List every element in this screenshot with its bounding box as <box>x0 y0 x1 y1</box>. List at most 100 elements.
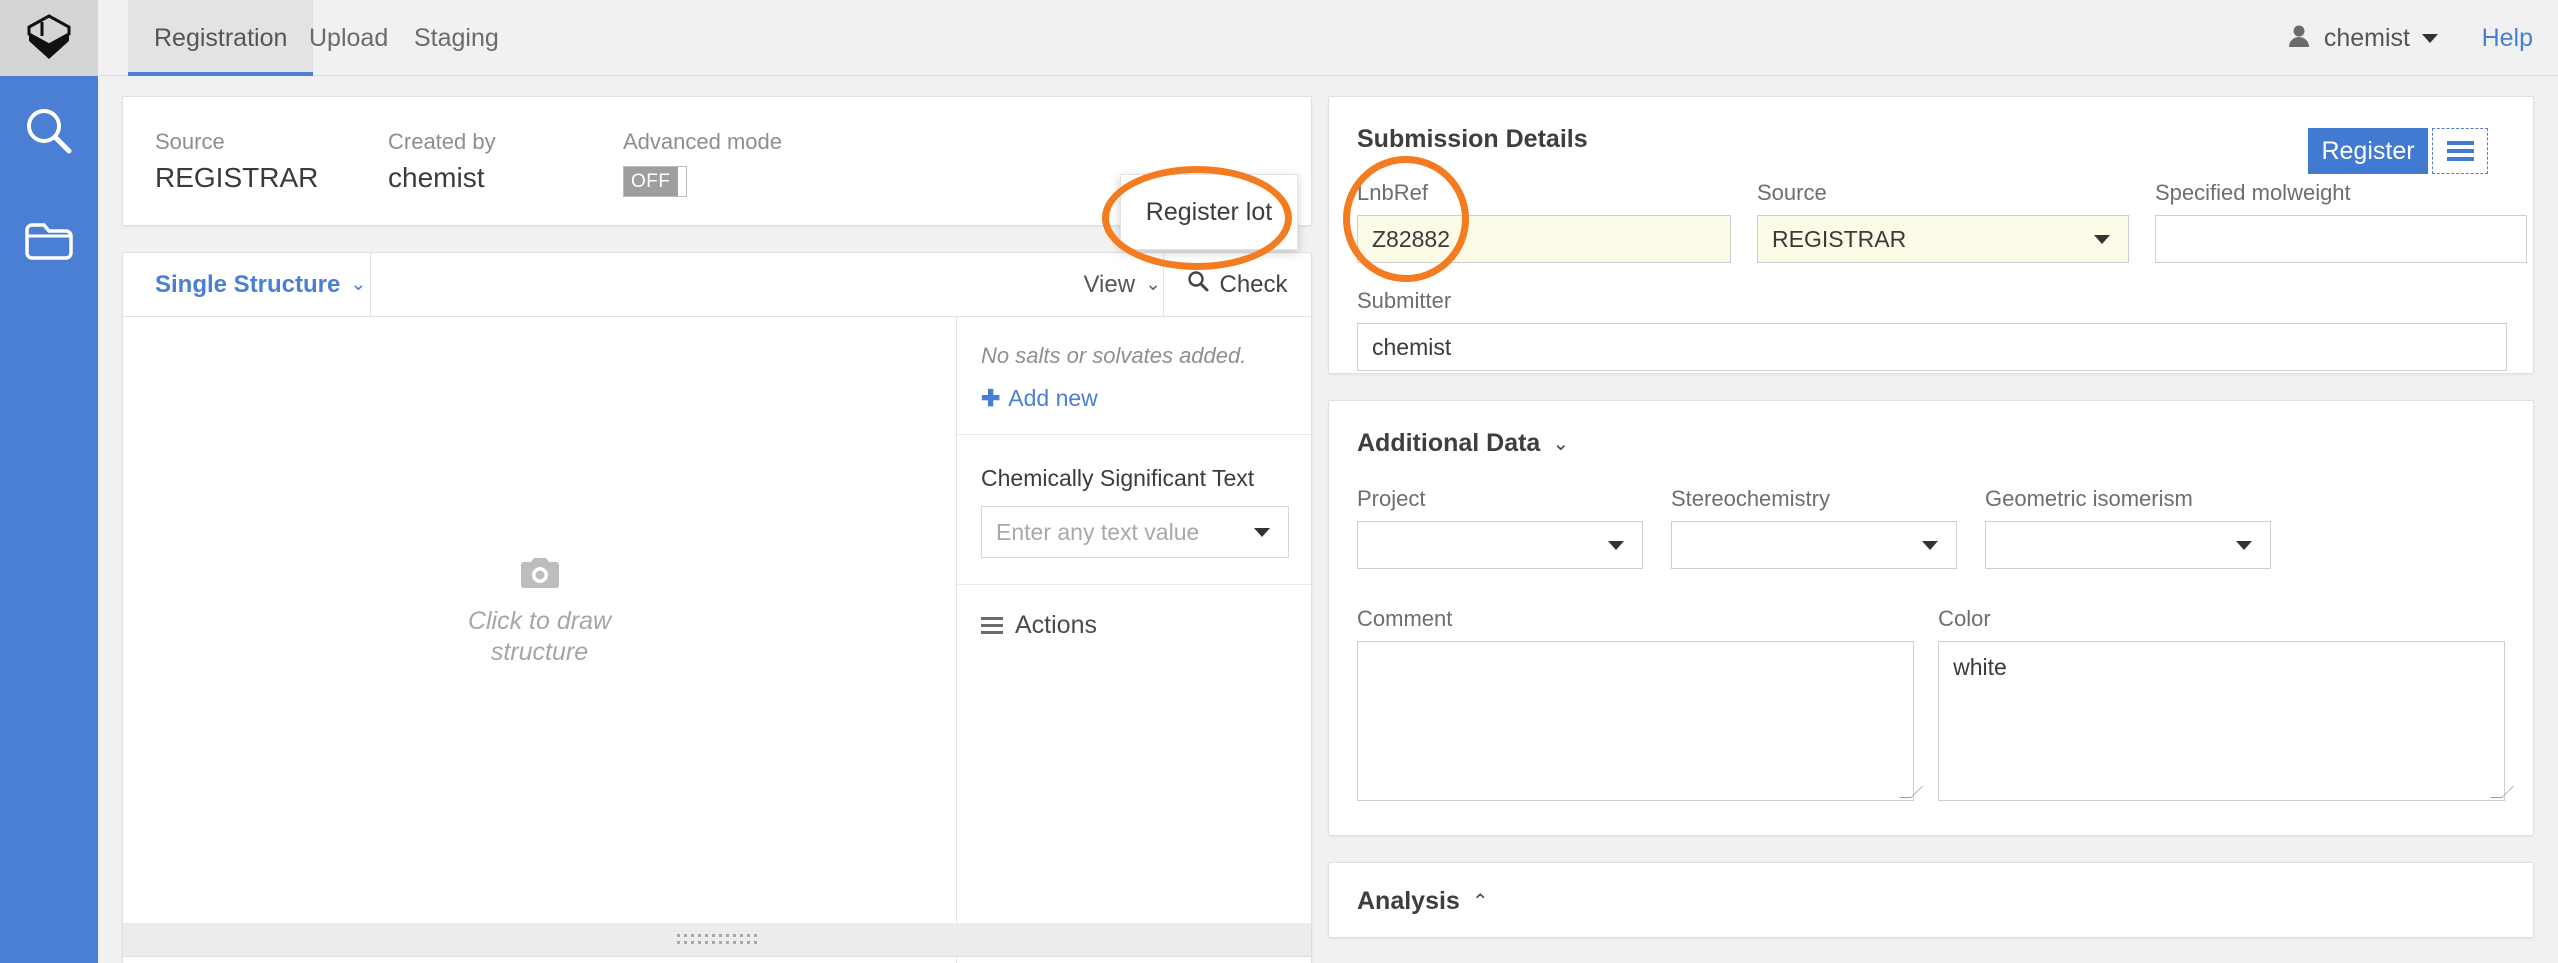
analysis-header[interactable]: Analysis ⌃ <box>1357 887 2505 916</box>
geometric-isomerism-label: Geometric isomerism <box>1985 486 2193 511</box>
additional-row-1: Project Stereochemistry Geometric isomer… <box>1357 486 2505 572</box>
lnbref-label: LnbRef <box>1357 180 1428 205</box>
structure-draw-canvas[interactable]: Click to draw structure <box>123 317 956 963</box>
panel-resize-handle[interactable] <box>122 923 1312 957</box>
analysis-title: Analysis <box>1357 887 1460 915</box>
chemically-significant-text-input[interactable]: Enter any text value <box>981 506 1289 558</box>
source-select-value: REGISTRAR <box>1772 225 1907 252</box>
structure-toolbar: Single Structure ⌄ View ⌄ Check <box>123 253 1311 317</box>
chemically-significant-text-block: Chemically Significant Text Enter any te… <box>957 435 1311 585</box>
specified-molweight-input[interactable] <box>2155 215 2527 263</box>
submission-row-1: LnbRef Z82882 Source REGISTRAR Specified… <box>1357 180 2527 266</box>
stereochemistry-label: Stereochemistry <box>1671 486 1830 511</box>
notes-row: Comment Color white <box>1357 606 2514 801</box>
magnifier-icon <box>1187 270 1209 299</box>
draw-placeholder-text: Click to draw structure <box>467 606 612 666</box>
field-comment: Comment <box>1357 606 1924 801</box>
actions-menu[interactable]: Actions <box>957 585 1311 666</box>
view-menu-label: View <box>1083 270 1136 298</box>
additional-data-header[interactable]: Additional Data ⌄ <box>1357 429 2505 458</box>
structure-side-panel: No salts or solvates added. ✚ Add new Ch… <box>956 317 1311 963</box>
chemically-significant-text-label: Chemically Significant Text <box>981 465 1255 491</box>
top-navigation-bar: Registration Upload Staging chemist Help <box>98 0 2558 76</box>
plus-icon: ✚ <box>981 385 1001 411</box>
register-dropdown-menu: Register lot <box>1120 174 1298 250</box>
source-label: Source <box>1757 180 1827 205</box>
resize-grip-icon[interactable] <box>2490 786 2514 798</box>
tab-staging[interactable]: Staging <box>388 0 525 76</box>
user-name-label: chemist <box>2323 23 2410 52</box>
check-button[interactable]: Check <box>1163 253 1311 316</box>
view-menu[interactable]: View ⌄ <box>1083 253 1161 316</box>
field-source: Source REGISTRAR <box>1757 180 2129 263</box>
stereochemistry-select[interactable] <box>1671 521 1957 569</box>
lnbref-input[interactable]: Z82882 <box>1357 215 1731 263</box>
meta-created-by-label: Created by <box>388 129 496 154</box>
chevron-down-icon <box>2422 33 2438 43</box>
draw-placeholder: Click to draw structure <box>445 555 635 669</box>
hamburger-menu-icon <box>981 617 1003 634</box>
project-select[interactable] <box>1357 521 1643 569</box>
specified-molweight-label: Specified molweight <box>2155 180 2351 205</box>
add-new-label: Add new <box>1008 385 1098 411</box>
submitter-input[interactable]: chemist <box>1357 323 2507 371</box>
submitter-label: Submitter <box>1357 288 1452 313</box>
structure-card: Single Structure ⌄ View ⌄ Check Click to… <box>122 252 1312 963</box>
add-new-salt-link[interactable]: ✚ Add new <box>981 385 1289 412</box>
meta-created-by: Created by chemist <box>388 129 496 194</box>
field-lnbref: LnbRef Z82882 <box>1357 180 1731 263</box>
structure-mode-dropdown[interactable]: Single Structure ⌄ <box>123 253 371 316</box>
chevron-down-icon <box>2236 540 2252 550</box>
application-root: Registration Upload Staging chemist Help <box>0 0 2558 963</box>
additional-data-title: Additional Data <box>1357 429 1541 457</box>
comment-label: Comment <box>1357 606 1453 631</box>
field-color: Color white <box>1938 606 2514 801</box>
meta-source-value: REGISTRAR <box>155 162 319 193</box>
analysis-panel: Analysis ⌃ <box>1328 862 2534 938</box>
chevron-down-icon: ⌄ <box>350 274 367 295</box>
comment-textarea[interactable] <box>1357 641 1924 801</box>
user-menu[interactable]: chemist <box>2286 0 2438 76</box>
advanced-mode-label: Advanced mode <box>623 129 782 154</box>
chevron-down-icon: ⌄ <box>1552 433 1570 455</box>
register-menu-button[interactable] <box>2432 128 2488 174</box>
meta-created-by-value: chemist <box>388 162 485 193</box>
check-button-label: Check <box>1219 270 1288 298</box>
advanced-mode-toggle[interactable]: OFF <box>623 166 687 197</box>
structure-mode-label: Single Structure <box>155 270 341 298</box>
meta-source: Source REGISTRAR <box>155 129 318 194</box>
field-specified-molweight: Specified molweight <box>2155 180 2527 263</box>
field-project: Project <box>1357 486 1643 569</box>
search-icon[interactable] <box>0 76 98 186</box>
submission-row-2: Submitter chemist <box>1357 288 2507 374</box>
salts-block: No salts or solvates added. ✚ Add new <box>957 317 1311 435</box>
chevron-up-icon: ⌃ <box>1471 891 1489 913</box>
color-label: Color <box>1938 606 1991 631</box>
help-link[interactable]: Help <box>2482 0 2533 76</box>
meta-advanced-mode: Advanced mode OFF <box>623 129 782 197</box>
additional-data-panel: Additional Data ⌄ Project Stereochemistr… <box>1328 400 2534 836</box>
help-label: Help <box>2481 23 2533 52</box>
chevron-down-icon: ⌄ <box>1145 274 1161 295</box>
chevron-down-icon <box>2094 234 2110 244</box>
register-lot-menu-item[interactable]: Register lot <box>1146 198 1272 227</box>
resize-grip-icon[interactable] <box>1899 786 1924 798</box>
field-geometric-isomerism: Geometric isomerism <box>1985 486 2271 569</box>
chemically-significant-text-placeholder: Enter any text value <box>996 518 1200 545</box>
user-avatar-icon <box>2286 23 2312 54</box>
folder-icon[interactable] <box>0 186 98 296</box>
tab-registration-label: Registration <box>154 23 288 52</box>
geometric-isomerism-select[interactable] <box>1985 521 2271 569</box>
tab-upload-label: Upload <box>309 23 389 52</box>
chevron-down-icon <box>1608 540 1624 550</box>
structure-body: Click to draw structure No salts or solv… <box>123 317 1311 963</box>
drag-handle-dots-icon <box>676 934 758 945</box>
meta-source-label: Source <box>155 129 225 154</box>
color-textarea[interactable]: white <box>1938 641 2514 801</box>
actions-label: Actions <box>1015 611 1097 639</box>
hamburger-menu-icon <box>2446 141 2474 161</box>
hexagon-logo-icon[interactable] <box>0 0 98 76</box>
advanced-mode-state: OFF <box>624 167 678 196</box>
register-button[interactable]: Register <box>2308 128 2428 174</box>
source-select[interactable]: REGISTRAR <box>1757 215 2129 263</box>
